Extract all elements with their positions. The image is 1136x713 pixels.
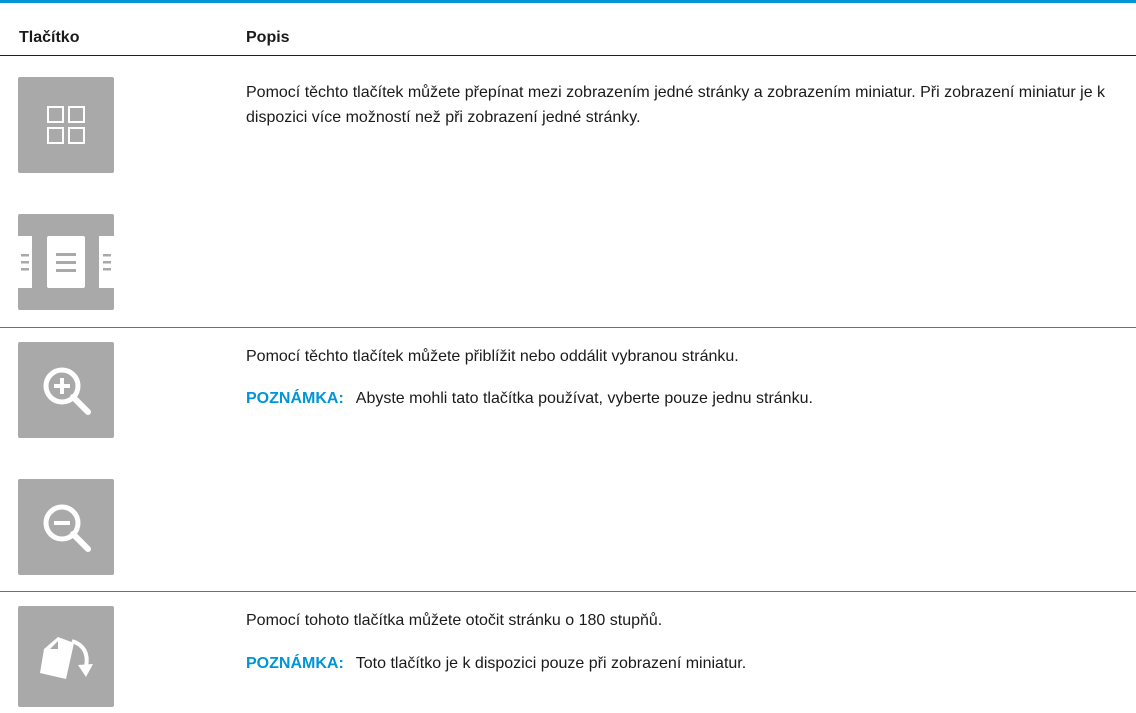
single-page-view-icon <box>18 236 114 288</box>
row-description: Pomocí těchto tlačítek můžete přepínat m… <box>246 84 1106 126</box>
note-label: POZNÁMKA: <box>246 390 344 407</box>
note: POZNÁMKA: Toto tlačítko je k dispozici po… <box>246 652 1106 676</box>
note-text: Abyste mohli tato tlačítka používat, vyb… <box>355 390 813 407</box>
header-divider <box>0 55 1136 56</box>
column-header-description: Popis <box>246 29 290 46</box>
row-description: Pomocí tohoto tlačítka můžete otočit str… <box>246 612 663 629</box>
thumbnail-grid-icon <box>47 106 85 144</box>
note: POZNÁMKA: Abyste mohli tato tlačítka použ… <box>246 387 1106 411</box>
row-divider <box>0 591 1136 592</box>
zoom-in-button[interactable] <box>18 342 114 438</box>
zoom-in-icon <box>43 367 91 415</box>
row-description: Pomocí těchto tlačítek můžete přiblížit … <box>246 348 739 365</box>
note-text: Toto tlačítko je k dispozici pouze při z… <box>355 655 747 672</box>
single-page-view-button[interactable] <box>18 214 114 310</box>
zoom-out-button[interactable] <box>18 479 114 575</box>
thumbnail-grid-button[interactable] <box>18 77 114 173</box>
rotate-page-button[interactable] <box>18 606 114 707</box>
note-label: POZNÁMKA: <box>246 655 344 672</box>
rotate-page-icon <box>40 636 93 679</box>
zoom-out-icon <box>43 504 91 552</box>
column-header-button: Tlačítko <box>19 29 80 46</box>
row-divider <box>0 327 1136 328</box>
table-header: Tlačítko Popis <box>0 3 1136 55</box>
